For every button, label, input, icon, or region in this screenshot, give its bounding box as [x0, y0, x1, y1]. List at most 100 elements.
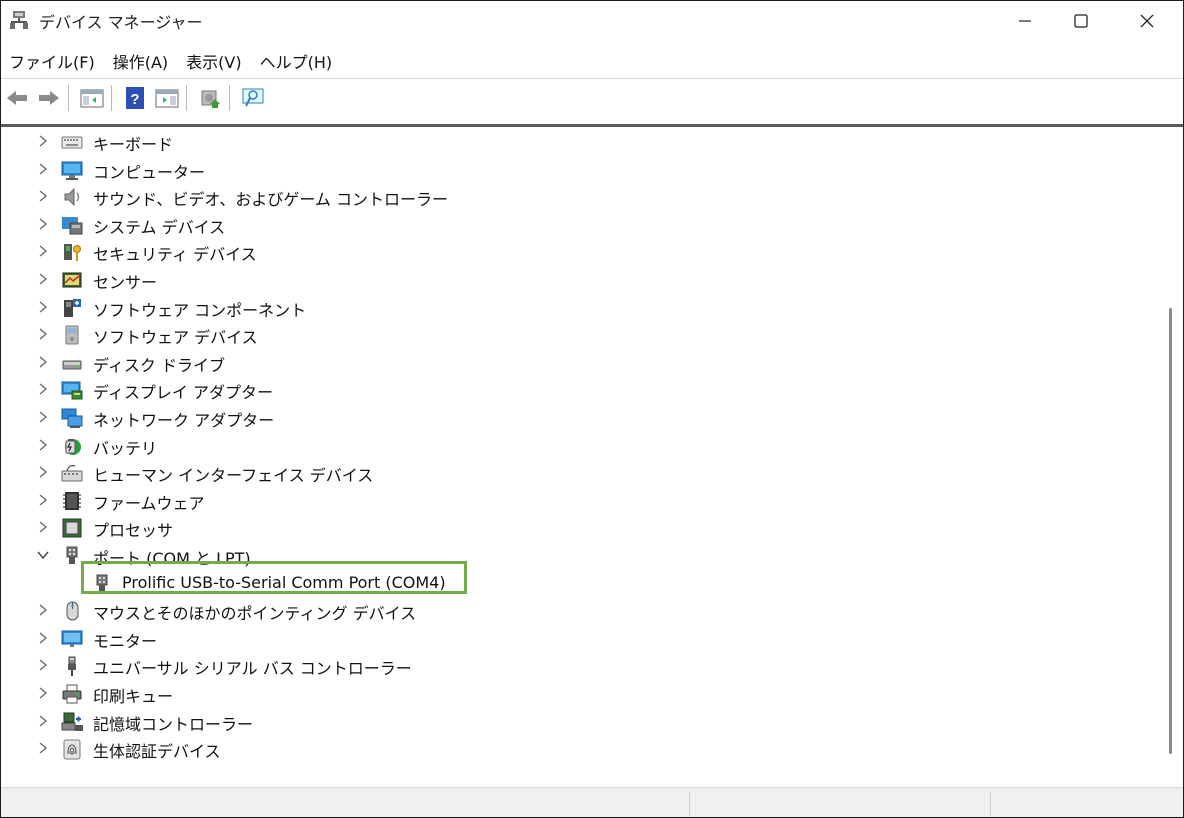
chevron-right-icon[interactable] — [35, 630, 51, 646]
scan-hardware-icon — [242, 88, 264, 107]
menu-file[interactable]: ファイル(F) — [1, 49, 105, 73]
chevron-right-icon[interactable] — [35, 437, 51, 453]
menu-action[interactable]: 操作(A) — [105, 49, 178, 73]
action-pane-button[interactable] — [153, 84, 181, 112]
chevron-right-icon[interactable] — [35, 188, 51, 204]
menu-view[interactable]: 表示(V) — [178, 49, 251, 73]
tree-item-label: サウンド、ビデオ、およびゲーム コントローラー — [93, 190, 449, 210]
tree-item-label: モニター — [93, 631, 158, 651]
window-title: デバイス マネージャー — [39, 13, 203, 32]
tree-category-item[interactable]: ヒューマン インターフェイス デバイス — [1, 459, 1151, 486]
software-component-icon — [64, 298, 81, 317]
tree-category-item[interactable]: センサー — [1, 266, 1151, 293]
chevron-right-icon[interactable] — [35, 299, 51, 315]
tree-category-item[interactable]: ディスプレイ アダプター — [1, 376, 1151, 403]
tree-item-label: ネットワーク アダプター — [93, 411, 275, 430]
chevron-right-icon[interactable] — [35, 243, 51, 259]
hid-icon — [61, 465, 83, 482]
chevron-right-icon[interactable] — [35, 381, 51, 397]
chevron-right-icon[interactable] — [35, 161, 51, 177]
keyboard-icon — [61, 136, 83, 149]
sensor-icon — [62, 272, 82, 288]
tree-category-item[interactable]: 記憶域コントローラー — [1, 708, 1151, 735]
tree-item-label: セキュリティ デバイス — [93, 245, 257, 265]
biometric-icon — [63, 739, 81, 760]
printer-icon — [62, 684, 82, 704]
close-icon — [1140, 14, 1154, 28]
menu-help[interactable]: ヘルプ(H) — [252, 49, 343, 73]
tree-item-label: マウスとそのほかのポインティング デバイス — [93, 604, 417, 624]
tree-category-item[interactable]: ファームウェア — [1, 487, 1151, 514]
toolbar-separator — [68, 85, 69, 111]
tree-item-label: 印刷キュー — [93, 687, 174, 706]
tree-category-item[interactable]: ディスク ドライブ — [1, 349, 1151, 376]
tree-category-item[interactable]: 生体認証デバイス — [1, 735, 1151, 762]
chevron-right-icon[interactable] — [35, 657, 51, 673]
tree-category-item[interactable]: キーボード — [1, 128, 1151, 155]
chevron-right-icon[interactable] — [35, 133, 51, 149]
mouse-icon — [66, 601, 79, 621]
tree-category-item[interactable]: ソフトウェア デバイス — [1, 321, 1151, 348]
tree-category-item[interactable]: コンピューター — [1, 156, 1151, 183]
chevron-right-icon[interactable] — [35, 713, 51, 729]
network-adapter-icon — [61, 408, 83, 428]
tree-category-item[interactable]: システム デバイス — [1, 211, 1151, 238]
monitor-icon — [61, 630, 83, 647]
tree-category-item[interactable]: サウンド、ビデオ、およびゲーム コントローラー — [1, 183, 1151, 210]
chevron-right-icon[interactable] — [35, 740, 51, 756]
chevron-right-icon[interactable] — [35, 492, 51, 508]
tree-category-item[interactable]: マウスとそのほかのポインティング デバイス — [1, 597, 1151, 624]
back-button[interactable] — [3, 84, 31, 112]
speaker-icon — [64, 187, 80, 207]
update-driver-icon — [201, 90, 220, 108]
tree-item-label: ソフトウェア デバイス — [93, 328, 258, 348]
toolbar-separator — [111, 85, 112, 111]
help-icon: ? — [126, 87, 144, 109]
tree-category-item[interactable]: ネットワーク アダプター — [1, 404, 1151, 431]
show-hide-console-tree-button[interactable] — [78, 84, 106, 112]
minimize-button[interactable] — [997, 1, 1053, 41]
back-arrow-icon — [7, 91, 27, 105]
tree-category-item[interactable]: ユニバーサル シリアル バス コントローラー — [1, 652, 1151, 679]
highlight-box — [81, 561, 467, 594]
action-pane-icon — [155, 89, 179, 108]
scrollbar-thumb[interactable] — [1169, 308, 1172, 754]
disk-drive-icon — [62, 360, 82, 370]
close-button[interactable] — [1119, 1, 1175, 41]
tree-category-item[interactable]: モニター — [1, 625, 1151, 652]
tree-category-item[interactable]: バッテリ — [1, 432, 1151, 459]
maximize-button[interactable] — [1053, 1, 1109, 41]
chevron-right-icon[interactable] — [35, 685, 51, 701]
device-manager-window: デバイス マネージャー ファイル(F) 操作(A) 表示(V) ヘルプ(H) ? — [0, 0, 1184, 818]
console-tree-icon — [80, 89, 104, 108]
tree-item-label: ファームウェア — [93, 493, 205, 513]
tree-category-item[interactable]: プロセッサ — [1, 514, 1151, 541]
toolbar-separator — [229, 85, 230, 111]
tree-item-label: キーボード — [93, 135, 174, 154]
usb-icon — [68, 656, 76, 677]
scan-hardware-button[interactable] — [239, 84, 267, 112]
vertical-scrollbar[interactable] — [1163, 128, 1181, 784]
toolbar-divider — [1, 124, 1183, 127]
system-device-icon — [62, 216, 83, 235]
tree-item-label: システム デバイス — [93, 217, 226, 237]
help-button[interactable]: ? — [121, 84, 149, 112]
forward-button[interactable] — [35, 84, 63, 112]
update-driver-button[interactable] — [196, 84, 224, 112]
chevron-right-icon[interactable] — [35, 326, 51, 342]
tree-category-item[interactable]: 印刷キュー — [1, 680, 1151, 707]
chevron-right-icon[interactable] — [35, 354, 51, 370]
chevron-down-icon[interactable] — [35, 547, 51, 563]
svg-text:?: ? — [130, 91, 139, 108]
tree-category-item[interactable]: ソフトウェア コンポーネント — [1, 294, 1151, 321]
tree-category-item[interactable]: セキュリティ デバイス — [1, 238, 1151, 265]
chevron-right-icon[interactable] — [35, 602, 51, 618]
toolbar: ? — [1, 78, 1183, 117]
chevron-right-icon[interactable] — [35, 464, 51, 480]
battery-icon — [65, 438, 81, 455]
chevron-right-icon[interactable] — [35, 519, 51, 535]
tree-item-label: センサー — [93, 273, 158, 292]
chevron-right-icon[interactable] — [35, 271, 51, 287]
chevron-right-icon[interactable] — [35, 409, 51, 425]
chevron-right-icon[interactable] — [35, 216, 51, 232]
